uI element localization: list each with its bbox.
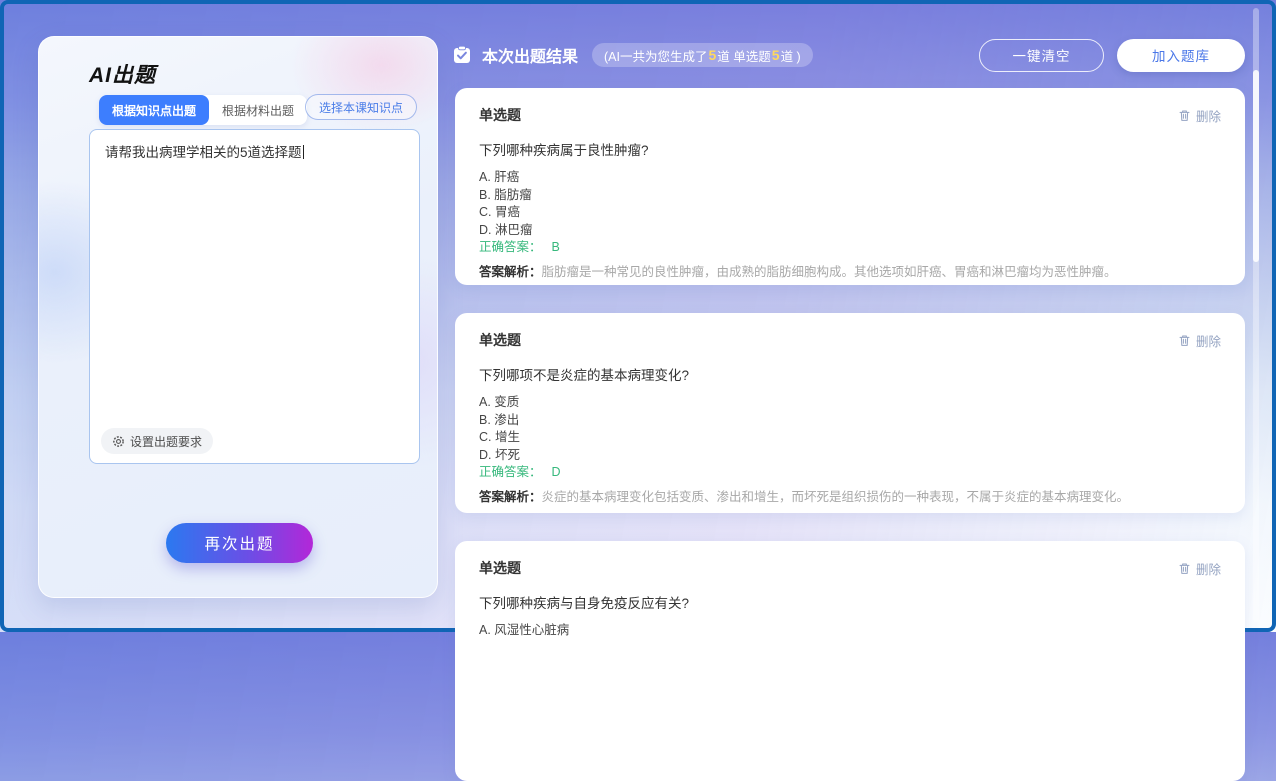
trash-icon [1178,334,1191,347]
delete-label: 删除 [1196,559,1221,578]
ai-question-app: AI出题 根据知识点出题 根据材料出题 选择本课知识点 请帮我出病理学相关的5道… [4,4,1272,628]
results-header: 本次出题结果 (AI一共为您生成了5道 单选题5道 ) 一键清空 加入题库 [452,36,1245,74]
question-text: 下列哪种疾病与自身免疫反应有关? [479,592,1221,612]
option-d: D. 淋巴瘤 [479,222,1221,240]
gear-icon [112,435,125,448]
results-summary-badge: (AI一共为您生成了5道 单选题5道 ) [592,43,813,67]
correct-answer-row: 正确答案：B [479,239,1221,257]
question-type-label: 单选题 [479,330,521,350]
add-to-bank-button[interactable]: 加入题库 [1117,39,1245,72]
tab-by-material[interactable]: 根据材料出题 [209,95,307,125]
option-c: C. 胃癌 [479,204,1221,222]
clear-all-button[interactable]: 一键清空 [979,39,1104,72]
question-text: 下列哪种疾病属于良性肿瘤? [479,139,1221,159]
set-requirements-button[interactable]: 设置出题要求 [101,428,213,454]
answer-analysis-row: 答案解析：炎症的基本病理变化包括变质、渗出和增生，而坏死是组织损伤的一种表现，不… [479,489,1221,506]
question-mode-tabs: 根据知识点出题 根据材料出题 [99,95,307,125]
option-b: B. 脂肪瘤 [479,187,1221,205]
option-list: A. 肝癌 B. 脂肪瘤 C. 胃癌 D. 淋巴瘤 [479,169,1221,239]
analysis-text: 脂肪瘤是一种常见的良性肿瘤，由成熟的脂肪细胞构成。其他选项如肝癌、胃癌和淋巴瘤均… [542,265,1117,279]
scrollbar-thumb[interactable] [1253,70,1259,262]
question-card: 单选题 删除 下列哪种疾病与自身免疫反应有关? A. 风湿性心脏病 [455,541,1245,781]
scrollbar-track[interactable] [1253,8,1259,622]
option-b: B. 渗出 [479,412,1221,430]
correct-answer-value: B [552,240,560,254]
ai-question-panel: AI出题 根据知识点出题 根据材料出题 选择本课知识点 请帮我出病理学相关的5道… [38,36,438,598]
results-title: 本次出题结果 [482,43,578,67]
option-d: D. 坏死 [479,447,1221,465]
delete-label: 删除 [1196,106,1221,125]
delete-label: 删除 [1196,331,1221,350]
total-count: 5 [709,47,717,63]
regenerate-button[interactable]: 再次出题 [166,523,313,563]
page-title: AI出题 [89,59,156,89]
option-c: C. 增生 [479,429,1221,447]
correct-answer-row: 正确答案：D [479,464,1221,482]
delete-button[interactable]: 删除 [1178,559,1221,578]
correct-answer-value: D [552,465,561,479]
select-knowledge-button[interactable]: 选择本课知识点 [305,94,417,120]
prompt-input[interactable]: 请帮我出病理学相关的5道选择题 设置出题要求 [89,129,420,464]
delete-button[interactable]: 删除 [1178,106,1221,125]
text-cursor [303,145,304,159]
question-text: 下列哪项不是炎症的基本病理变化? [479,364,1221,384]
option-a: A. 变质 [479,394,1221,412]
trash-icon [1178,109,1191,122]
option-a: A. 肝癌 [479,169,1221,187]
question-card: 单选题 删除 下列哪种疾病属于良性肿瘤? A. 肝癌 B. 脂肪瘤 C. 胃癌 … [455,88,1245,285]
question-card: 单选题 删除 下列哪项不是炎症的基本病理变化? A. 变质 B. 渗出 C. 增… [455,313,1245,513]
delete-button[interactable]: 删除 [1178,331,1221,350]
answer-analysis-row: 答案解析：脂肪瘤是一种常见的良性肿瘤，由成熟的脂肪细胞构成。其他选项如肝癌、胃癌… [479,264,1221,281]
prompt-input-value: 请帮我出病理学相关的5道选择题 [105,143,407,162]
trash-icon [1178,562,1191,575]
analysis-text: 炎症的基本病理变化包括变质、渗出和增生，而坏死是组织损伤的一种表现，不属于炎症的… [542,490,1130,504]
clipboard-check-icon [452,45,472,65]
tab-by-knowledge-point[interactable]: 根据知识点出题 [99,95,209,125]
option-list: A. 风湿性心脏病 [479,622,1221,640]
option-a: A. 风湿性心脏病 [479,622,1221,640]
set-requirements-label: 设置出题要求 [130,433,202,450]
question-type-label: 单选题 [479,105,521,125]
single-choice-count: 5 [772,47,780,63]
option-list: A. 变质 B. 渗出 C. 增生 D. 坏死 [479,394,1221,464]
question-type-label: 单选题 [479,558,521,578]
